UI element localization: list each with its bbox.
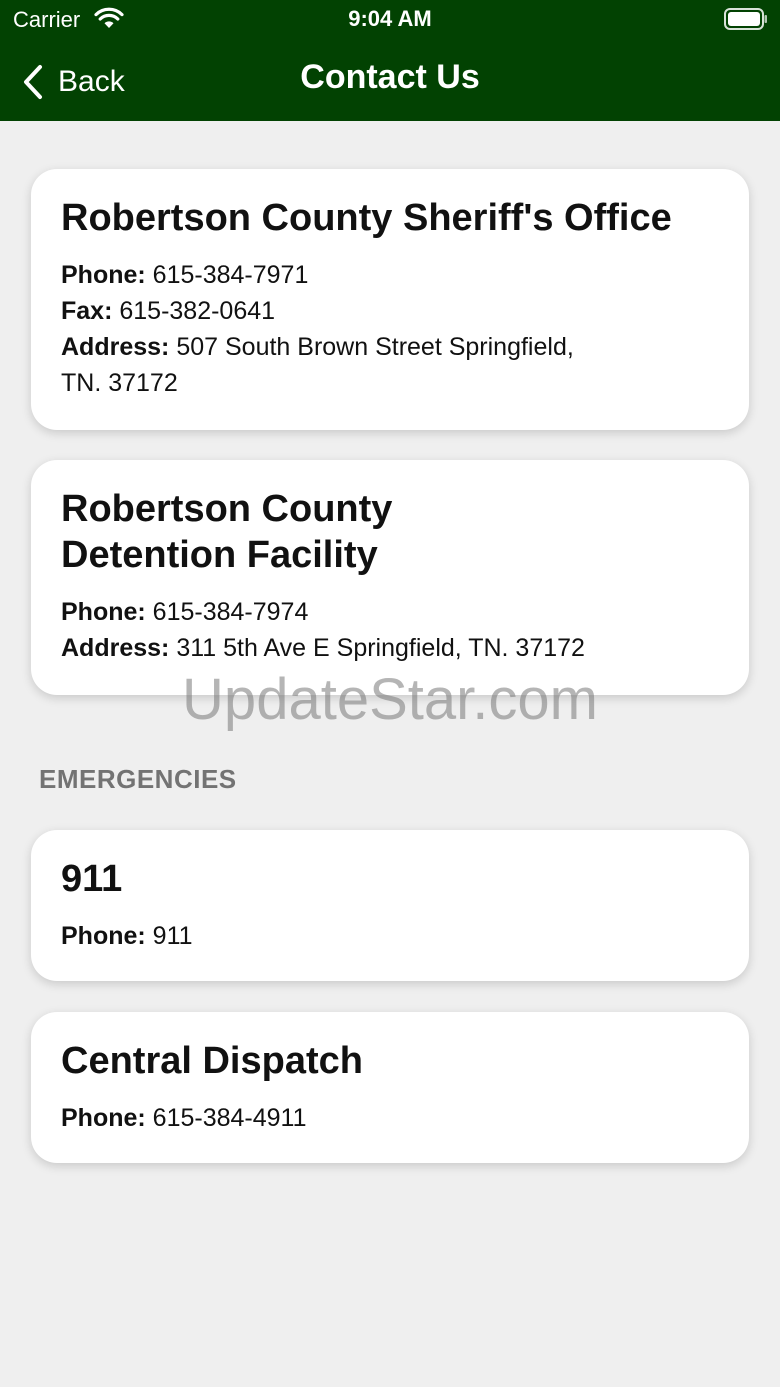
contact-card-title: Central Dispatch	[61, 1040, 363, 1082]
fax-line: Fax: 615-382-0641	[61, 293, 719, 329]
navigation-bar: Back Contact Us	[0, 40, 780, 121]
section-header-emergencies: EMERGENCIES	[39, 764, 237, 794]
status-time: 9:04 AM	[348, 6, 432, 31]
phone-number[interactable]: 615-384-7971	[153, 261, 309, 289]
chevron-left-icon	[24, 65, 42, 99]
top-bar: Carrier 9:04 AM Back Contact Us	[0, 0, 780, 121]
phone-label: Phone:	[61, 922, 146, 950]
back-label: Back	[58, 65, 125, 98]
phone-line[interactable]: Phone: 615-384-4911	[61, 1100, 719, 1136]
address-label: Address:	[61, 634, 170, 662]
status-bar: Carrier 9:04 AM	[0, 0, 780, 40]
address-line[interactable]: Address: 311 5th Ave E Springfield, TN. …	[61, 630, 719, 666]
contact-card-title: Robertson County Sheriff's Office	[61, 197, 672, 239]
battery-icon	[724, 8, 767, 30]
address-text[interactable]: 507 South Brown Street Springfield,	[176, 333, 573, 361]
back-button[interactable]: Back	[22, 62, 125, 102]
phone-line[interactable]: Phone: 615-384-7971	[61, 257, 719, 293]
phone-number[interactable]: 615-384-4911	[153, 1104, 307, 1132]
phone-line[interactable]: Phone: 615-384-7974	[61, 594, 719, 630]
contact-card-title: 911	[61, 858, 123, 900]
address-line-2[interactable]: TN. 37172	[61, 365, 719, 401]
contact-card-title-line-1: Robertson County	[61, 488, 393, 530]
address-label: Address:	[61, 333, 170, 361]
phone-label: Phone:	[61, 1104, 146, 1132]
address-line[interactable]: Address: 507 South Brown Street Springfi…	[61, 329, 719, 365]
fax-label: Fax:	[61, 297, 113, 325]
fax-number: 615-382-0641	[119, 297, 276, 325]
phone-number[interactable]: 615-384-7974	[153, 598, 309, 626]
phone-number[interactable]: 911	[153, 922, 193, 950]
contact-card-detention-facility[interactable]: Robertson County Detention Facility Phon…	[31, 460, 749, 695]
contact-card-sheriff-office[interactable]: Robertson County Sheriff's Office Phone:…	[31, 169, 749, 430]
phone-label: Phone:	[61, 598, 146, 626]
contact-card-title-line-2: Detention Facility	[61, 534, 378, 576]
contact-card-title: Robertson County Detention Facility	[61, 486, 719, 578]
phone-line[interactable]: Phone: 911	[61, 918, 719, 954]
contact-card-central-dispatch[interactable]: Central Dispatch Phone: 615-384-4911	[31, 1012, 749, 1163]
phone-label: Phone:	[61, 261, 146, 289]
contact-card-911[interactable]: 911 Phone: 911	[31, 830, 749, 981]
address-text[interactable]: 311 5th Ave E Springfield, TN. 37172	[176, 634, 585, 662]
